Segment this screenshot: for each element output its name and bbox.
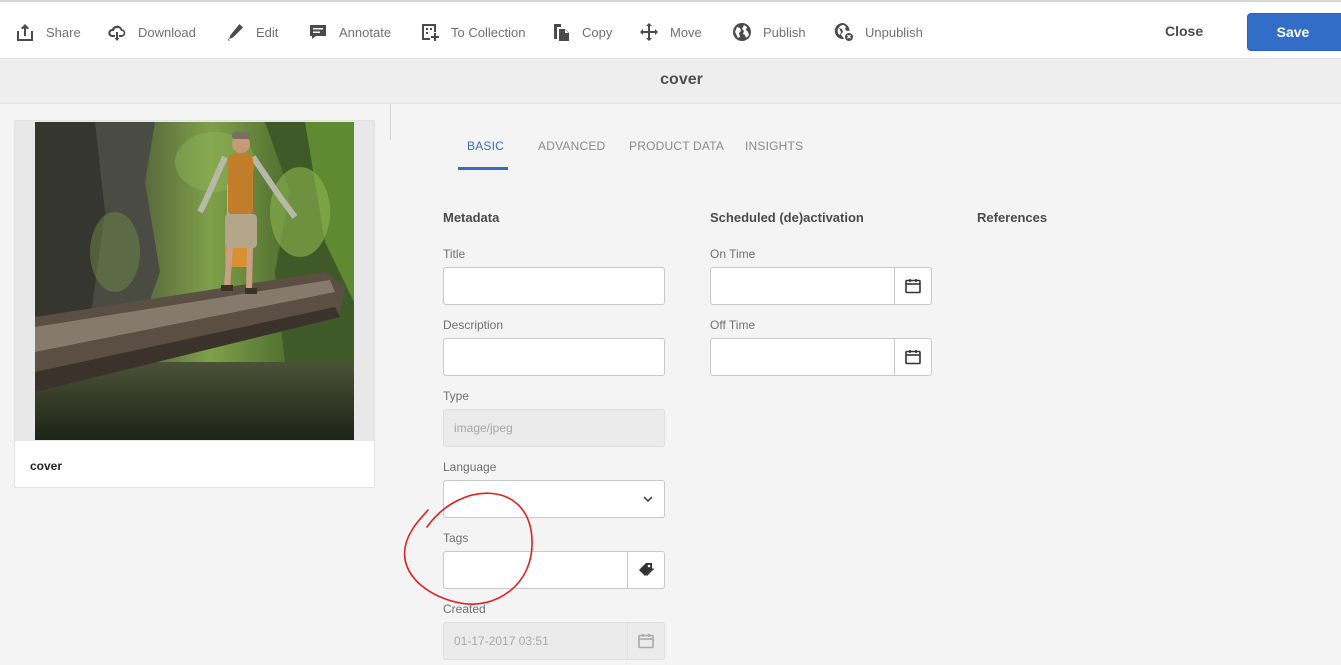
- publish-button[interactable]: Publish: [731, 20, 806, 44]
- created-label: Created: [443, 602, 486, 616]
- asset-card-label: cover: [30, 459, 63, 473]
- tab-insights[interactable]: INSIGHTS: [745, 139, 803, 153]
- globe-remove-icon: [833, 21, 855, 43]
- language-label: Language: [443, 460, 497, 474]
- calendar-icon: [904, 348, 922, 366]
- references-heading: References: [977, 210, 1048, 225]
- vertical-divider: [390, 104, 391, 140]
- off-time-calendar-button[interactable]: [894, 338, 932, 376]
- off-time-field[interactable]: [710, 338, 895, 376]
- on-time-calendar-button[interactable]: [894, 267, 932, 305]
- copy-icon: [550, 21, 572, 43]
- tags-label: Tags: [443, 531, 469, 545]
- title-bar: cover: [0, 59, 1341, 104]
- calendar-icon: [904, 277, 922, 295]
- on-time-label: On Time: [710, 247, 756, 261]
- language-select[interactable]: [443, 480, 665, 518]
- active-tab-indicator: [458, 167, 508, 170]
- asset-card: cover: [14, 120, 375, 488]
- edit-button[interactable]: Edit: [224, 20, 278, 44]
- globe-icon: [731, 21, 753, 43]
- share-icon: [14, 21, 36, 43]
- action-toolbar: Share Download Edit Annotate To Collecti…: [0, 0, 1341, 59]
- move-label: Move: [670, 24, 702, 40]
- move-button[interactable]: Move: [638, 20, 702, 44]
- created-calendar-button: [627, 622, 665, 660]
- tags-field[interactable]: [443, 551, 628, 589]
- download-label: Download: [138, 24, 196, 40]
- metadata-heading: Metadata: [443, 210, 500, 225]
- tab-basic[interactable]: BASIC: [467, 139, 504, 153]
- tab-product-data[interactable]: PRODUCT DATA: [629, 139, 724, 153]
- asset-thumbnail-image: [35, 122, 354, 440]
- asset-thumbnail-area: [15, 121, 374, 441]
- to-collection-label: To Collection: [451, 24, 526, 40]
- on-time-field[interactable]: [710, 267, 895, 305]
- copy-label: Copy: [582, 24, 613, 40]
- description-field[interactable]: [443, 338, 665, 376]
- off-time-label: Off Time: [710, 318, 756, 332]
- comment-icon: [307, 21, 329, 43]
- download-button[interactable]: Download: [106, 20, 196, 44]
- title-label: Title: [443, 247, 466, 261]
- annotate-button[interactable]: Annotate: [307, 20, 391, 44]
- publish-label: Publish: [763, 24, 806, 40]
- share-label: Share: [46, 24, 81, 40]
- to-collection-button[interactable]: To Collection: [419, 20, 525, 44]
- share-button[interactable]: Share: [14, 20, 81, 44]
- annotate-label: Annotate: [339, 24, 392, 40]
- calendar-icon: [637, 632, 655, 650]
- scheduled-heading: Scheduled (de)activation: [710, 210, 864, 225]
- copy-button[interactable]: Copy: [550, 20, 612, 44]
- download-cloud-icon: [106, 21, 128, 43]
- tab-advanced[interactable]: ADVANCED: [538, 139, 605, 153]
- title-field[interactable]: [443, 267, 665, 305]
- tag-picker-button[interactable]: [627, 551, 665, 589]
- pencil-icon: [224, 21, 246, 43]
- save-button[interactable]: Save: [1247, 13, 1341, 51]
- close-button[interactable]: Close: [1165, 23, 1203, 39]
- tag-icon: [637, 561, 655, 579]
- edit-label: Edit: [256, 24, 279, 40]
- unpublish-label: Unpublish: [865, 24, 923, 40]
- move-arrows-icon: [638, 21, 660, 43]
- add-to-collection-icon: [419, 21, 441, 43]
- page-title: cover: [660, 71, 703, 88]
- created-field: 01-17-2017 03:51: [443, 622, 628, 660]
- chevron-down-icon: [642, 493, 654, 505]
- description-label: Description: [443, 318, 504, 332]
- type-label: Type: [443, 389, 470, 403]
- unpublish-button[interactable]: Unpublish: [833, 20, 923, 44]
- type-field: image/jpeg: [443, 409, 665, 447]
